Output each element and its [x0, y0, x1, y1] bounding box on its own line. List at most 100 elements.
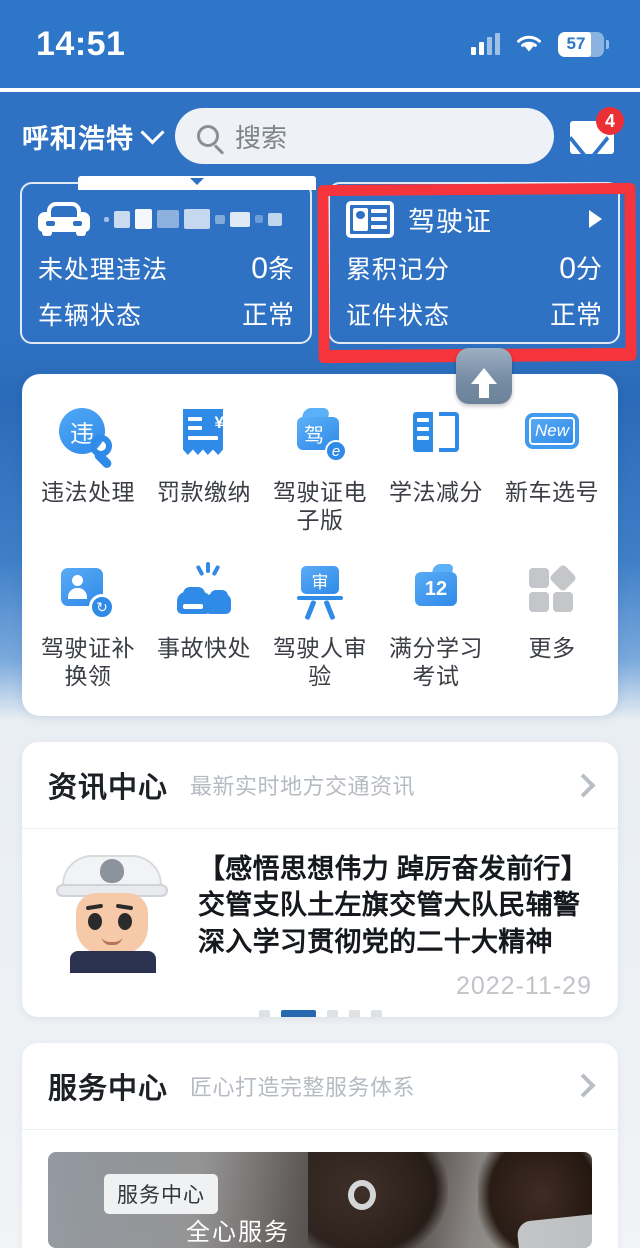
service-banner-subtitle: 全心服务 — [186, 1218, 290, 1246]
grid-item-violation-handling[interactable]: 违 违法处理 — [30, 402, 146, 534]
service-section-subtitle: 匠心打造完整服务体系 — [190, 1074, 416, 1100]
battery-icon: 57 — [558, 31, 609, 57]
city-name: 呼和浩特 — [22, 123, 134, 154]
news-text-block: 【感悟思想伟力 踔厉奋发前行】交管支队土左旗交管大队民辅警深入学习贯彻党的二十大… — [198, 851, 592, 1001]
row-value: 0分 — [559, 252, 602, 285]
news-date: 2022-11-29 — [455, 971, 592, 1000]
news-section-subtitle: 最新实时地方交通资讯 — [190, 774, 416, 800]
row-label: 证件状态 — [346, 302, 451, 330]
accident-collision-icon — [173, 562, 235, 622]
row-value: 正常 — [241, 300, 294, 330]
search-icon — [197, 125, 219, 147]
grid-item-label: 违法处理 — [41, 479, 135, 505]
arrow-right-icon — [589, 210, 602, 228]
chevron-right-icon[interactable] — [571, 1073, 596, 1098]
mail-button[interactable]: 4 — [568, 107, 624, 159]
carousel-dot-active[interactable] — [280, 1009, 316, 1017]
more-grid-icon — [521, 563, 583, 622]
violation-search-icon: 违 — [57, 408, 119, 470]
carousel-dot[interactable] — [326, 1009, 338, 1017]
app-screen: 14:51 57 呼和浩特 搜索 4 未处理违法 0条 车辆状态 正常 驾驶证 … — [0, 0, 640, 1248]
service-section-title: 服务中心 — [48, 1072, 169, 1105]
id-card-icon — [346, 200, 394, 238]
grid-item-label: 学法减分 — [389, 479, 483, 505]
scroll-to-top-button[interactable] — [456, 348, 512, 404]
chevron-right-icon[interactable] — [571, 773, 596, 798]
carousel-indicator[interactable] — [22, 1009, 618, 1017]
info-cards: 未处理违法 0条 车辆状态 正常 驾驶证 累积记分 0分 证件状态 正常 — [0, 176, 640, 404]
service-grid-panel: 违 违法处理 ¥ 罚款缴纳 驾 e 驾驶证电子版 学法减分 New 新车选号 ↻… — [22, 374, 618, 717]
vehicle-card-header — [38, 198, 294, 240]
news-item[interactable]: 【感悟思想伟力 踔厉奋发前行】交管支队土左旗交管大队民辅警深入学习贯彻党的二十大… — [22, 829, 618, 1017]
chevron-down-icon — [140, 120, 165, 145]
city-selector[interactable]: 呼和浩特 — [22, 117, 165, 156]
carousel-dot[interactable] — [258, 1009, 270, 1017]
row-label: 车辆状态 — [38, 302, 143, 330]
search-input[interactable]: 搜索 — [175, 108, 554, 164]
car-icon — [38, 202, 90, 236]
masked-plate-number — [104, 204, 282, 234]
table-row: 车辆状态 正常 — [38, 295, 294, 332]
carousel-dot[interactable] — [370, 1009, 382, 1017]
service-section-header[interactable]: 服务中心 匠心打造完整服务体系 — [22, 1043, 618, 1130]
grid-item-license-renewal[interactable]: ↻ 驾驶证补换领 — [30, 558, 146, 690]
wifi-icon — [517, 35, 541, 52]
service-body: 服务中心 全心服务 用户常见问题解答 — [22, 1130, 618, 1248]
battery-level: 57 — [566, 34, 586, 53]
grid-item-label: 更多 — [528, 635, 576, 662]
grid-item-new-plate-selection[interactable]: New 新车选号 — [494, 402, 610, 534]
carousel-dot[interactable] — [348, 1009, 360, 1017]
service-grid-row-1: 违 违法处理 ¥ 罚款缴纳 驾 e 驾驶证电子版 学法减分 New 新车选号 — [30, 402, 610, 534]
table-row: 累积记分 0分 — [346, 249, 602, 286]
status-time: 14:51 — [36, 24, 126, 63]
service-grid-row-2: ↻ 驾驶证补换领 事故快处 审 驾驶人审验 12 满分学习考试 更多 — [30, 558, 610, 690]
news-headline: 【感悟思想伟力 踔厉奋发前行】交管支队土左旗交管大队民辅警深入学习贯彻党的二十大… — [198, 854, 589, 957]
e-license-wallet-icon: 驾 e — [289, 408, 351, 466]
search-placeholder: 搜索 — [235, 122, 288, 153]
row-value: 0条 — [251, 252, 294, 285]
police-officer-avatar — [48, 851, 176, 974]
row-label: 未处理违法 — [38, 256, 169, 284]
grid-item-label: 驾驶证电子版 — [273, 479, 367, 534]
service-banner-tag: 服务中心 — [104, 1173, 218, 1214]
table-row: 未处理违法 0条 — [38, 249, 294, 286]
news-section-header[interactable]: 资讯中心 最新实时地方交通资讯 — [22, 742, 618, 830]
license-card-header: 驾驶证 — [346, 198, 602, 240]
grid-item-e-license[interactable]: 驾 e 驾驶证电子版 — [262, 402, 378, 534]
license-card-title: 驾驶证 — [408, 206, 492, 237]
app-header: 呼和浩特 搜索 4 — [0, 92, 640, 178]
row-label: 累积记分 — [346, 256, 451, 284]
full-score-exam-icon: 12 — [405, 564, 467, 622]
signal-bars-icon — [471, 33, 500, 55]
grid-item-label: 驾驶证补换领 — [41, 635, 135, 690]
grid-item-learn-law-reduce-points[interactable]: 学法减分 — [378, 402, 494, 534]
news-section-title: 资讯中心 — [48, 772, 169, 805]
arrow-up-icon — [471, 368, 497, 398]
grid-item-more[interactable]: 更多 — [494, 558, 610, 690]
grid-item-accident-quick-handling[interactable]: 事故快处 — [146, 558, 262, 690]
grid-item-label: 满分学习考试 — [389, 635, 483, 690]
license-renew-icon: ↻ — [57, 564, 119, 622]
license-plate-new-icon: New — [521, 408, 583, 466]
open-book-icon — [405, 408, 467, 466]
driver-review-board-icon: 审 — [289, 564, 351, 622]
grid-item-label: 驾驶人审验 — [273, 635, 367, 690]
mail-badge: 4 — [596, 107, 624, 135]
grid-item-label: 事故快处 — [157, 635, 251, 662]
status-bar: 14:51 57 — [0, 0, 640, 88]
grid-item-driver-review[interactable]: 审 驾驶人审验 — [262, 558, 378, 690]
service-banner[interactable]: 服务中心 全心服务 — [48, 1151, 592, 1248]
grid-item-label: 罚款缴纳 — [157, 479, 251, 505]
receipt-payment-icon: ¥ — [173, 408, 235, 466]
vehicle-card[interactable]: 未处理违法 0条 车辆状态 正常 — [20, 176, 316, 344]
vehicle-selector-strip[interactable] — [78, 176, 316, 190]
grid-item-label: 新车选号 — [505, 479, 599, 505]
driver-license-card[interactable]: 驾驶证 累积记分 0分 证件状态 正常 — [328, 182, 620, 344]
status-indicators: 57 — [471, 31, 609, 57]
row-value: 正常 — [549, 300, 602, 330]
news-section: 资讯中心 最新实时地方交通资讯 【感悟思想伟力 踔厉奋发前行】交管支队土左旗交管… — [22, 742, 618, 1017]
grid-item-fine-payment[interactable]: ¥ 罚款缴纳 — [146, 402, 262, 534]
grid-item-full-score-exam[interactable]: 12 满分学习考试 — [378, 558, 494, 690]
service-center-section: 服务中心 匠心打造完整服务体系 服务中心 全心服务 用户常见问题解答 — [22, 1042, 618, 1248]
table-row: 证件状态 正常 — [346, 295, 602, 332]
